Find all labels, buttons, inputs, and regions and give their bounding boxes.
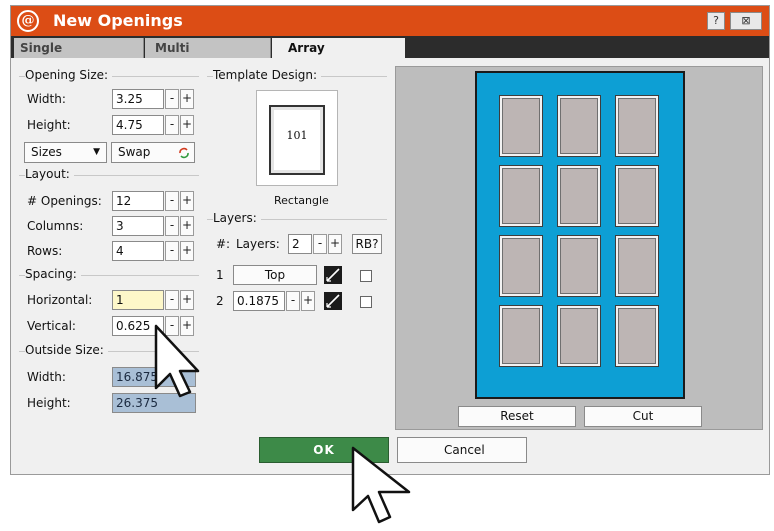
preview-panel: Reset Cut [395,66,763,430]
rb-button[interactable]: RB? [352,234,382,254]
outside-size-label: Outside Size: [25,343,108,357]
layers-label: Layers: [213,211,261,225]
opening-height-label: Height: [27,118,71,132]
chevron-down-icon: ▼ [93,147,100,157]
columns-plus-button[interactable]: + [180,216,194,236]
window-title: New Openings [53,11,183,30]
openings-count-minus-button[interactable]: - [165,191,179,211]
opening-pane [615,165,659,227]
new-openings-dialog: @ New Openings ? ⊠ Single Multi Array Op… [10,5,770,475]
spacing-label: Spacing: [25,267,81,281]
opening-pane [499,95,543,157]
layer-1-top-button[interactable]: Top [233,265,317,285]
layer-1-checkbox[interactable] [360,270,372,282]
pen-icon [326,294,340,308]
opening-pane [499,305,543,367]
sizes-dropdown-label: Sizes [31,145,62,159]
help-button[interactable]: ? [707,12,725,30]
rows-label: Rows: [27,244,63,258]
template-number: 101 [286,129,308,142]
layers-count-label: Layers: [236,237,280,251]
openings-count-label: # Openings: [27,194,102,208]
rows-input[interactable]: 4 [112,241,164,261]
title-bar: @ New Openings ? ⊠ [11,6,769,36]
horizontal-spacing-minus-button[interactable]: - [165,290,179,310]
horizontal-spacing-input[interactable]: 1 [112,290,164,310]
swap-button[interactable]: Swap [111,142,195,163]
layer-2-minus-button[interactable]: - [286,291,300,311]
horizontal-spacing-label: Horizontal: [27,293,93,307]
columns-minus-button[interactable]: - [165,216,179,236]
layers-count-prefix: #: [216,237,231,251]
template-design-label: Template Design: [213,68,322,82]
sizes-dropdown[interactable]: Sizes ▼ [24,142,107,163]
rows-minus-button[interactable]: - [165,241,179,261]
opening-pane [557,305,601,367]
tab-multi[interactable]: Multi [145,38,271,58]
outside-height-label: Height: [27,396,71,410]
opening-pane [615,235,659,297]
template-rectangle-shape: 101 [269,105,325,175]
template-name: Rectangle [274,194,329,207]
layer-2-offset-input[interactable]: 0.1875 [233,291,285,311]
columns-input[interactable]: 3 [112,216,164,236]
opening-width-minus-button[interactable]: - [165,89,179,109]
layout-label: Layout: [25,167,74,181]
opening-height-plus-button[interactable]: + [180,115,194,135]
vertical-spacing-label: Vertical: [27,319,76,333]
app-logo-icon: @ [17,10,39,32]
tab-bar: Single Multi Array [11,36,769,58]
opening-width-plus-button[interactable]: + [180,89,194,109]
layers-count-input[interactable]: 2 [288,234,312,254]
opening-size-label: Opening Size: [25,68,113,82]
reset-button[interactable]: Reset [458,406,576,427]
template-design-thumbnail[interactable]: 101 [256,90,338,186]
opening-pane [499,235,543,297]
layers-count-minus-button[interactable]: - [313,234,327,254]
layer-1-index: 1 [216,268,224,282]
opening-pane [557,235,601,297]
columns-label: Columns: [27,219,84,233]
openings-count-input[interactable]: 12 [112,191,164,211]
layer-1-pen-tool[interactable] [324,266,342,284]
layer-2-pen-tool[interactable] [324,292,342,310]
close-button[interactable]: ⊠ [730,12,762,30]
opening-pane [557,165,601,227]
mat-preview [475,71,685,399]
swap-button-label: Swap [118,145,151,159]
opening-width-input[interactable]: 3.25 [112,89,164,109]
outside-width-label: Width: [27,370,66,384]
opening-height-minus-button[interactable]: - [165,115,179,135]
pen-icon [326,268,340,282]
layer-2-plus-button[interactable]: + [301,291,315,311]
layers-count-plus-button[interactable]: + [328,234,342,254]
opening-height-input[interactable]: 4.75 [112,115,164,135]
mouse-cursor-icon [351,446,411,524]
opening-pane [499,165,543,227]
opening-pane [615,95,659,157]
opening-pane [557,95,601,157]
opening-width-label: Width: [27,92,66,106]
tab-single[interactable]: Single [14,38,144,58]
mouse-cursor-icon [154,324,200,398]
cut-button[interactable]: Cut [584,406,702,427]
layer-2-checkbox[interactable] [360,296,372,308]
openings-count-plus-button[interactable]: + [180,191,194,211]
horizontal-spacing-plus-button[interactable]: + [180,290,194,310]
tab-array[interactable]: Array [272,38,405,58]
swap-icon [179,147,189,159]
cancel-button[interactable]: Cancel [397,437,527,463]
layer-2-index: 2 [216,294,224,308]
opening-pane [615,305,659,367]
rows-plus-button[interactable]: + [180,241,194,261]
